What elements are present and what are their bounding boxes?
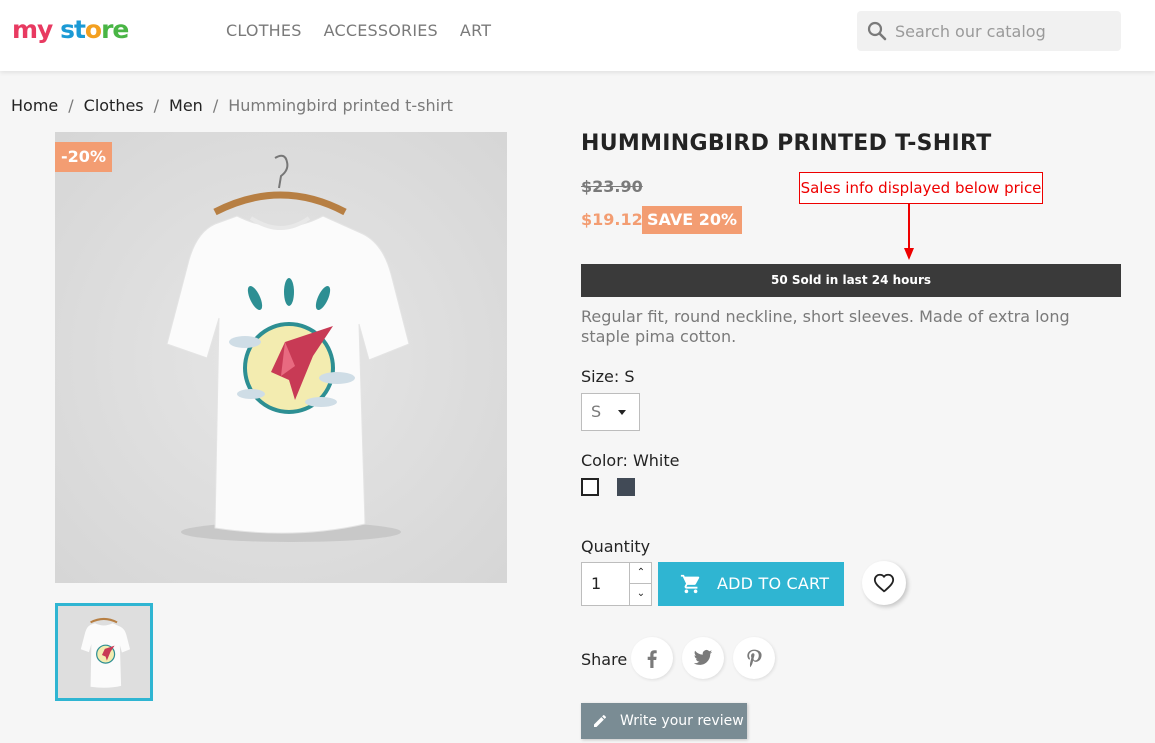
product-main-image[interactable] [55, 132, 507, 583]
site-header: my store CLOTHES ACCESSORIES ART [0, 0, 1155, 71]
product-thumbnail[interactable] [55, 603, 153, 701]
color-swatch-white[interactable] [581, 478, 599, 496]
caret-down-icon [618, 410, 626, 415]
size-label: Size: S [581, 367, 635, 386]
search-icon[interactable] [867, 21, 887, 41]
color-swatch-grey[interactable] [617, 478, 635, 496]
wishlist-button[interactable] [862, 561, 906, 605]
logo-text-o: o [84, 15, 102, 44]
facebook-icon [647, 650, 657, 668]
regular-price: $23.90 [581, 177, 643, 196]
breadcrumb-separator: / [68, 96, 74, 115]
sales-info-bar: 50 Sold in last 24 hours [581, 264, 1121, 297]
main-nav: CLOTHES ACCESSORIES ART [226, 21, 513, 41]
breadcrumb-current: Hummingbird printed t-shirt [228, 96, 453, 115]
quantity-label: Quantity [581, 537, 651, 556]
pinterest-icon [747, 649, 762, 668]
heart-icon [873, 573, 895, 593]
nav-clothes[interactable]: CLOTHES [226, 21, 302, 41]
nav-accessories[interactable]: ACCESSORIES [324, 21, 438, 41]
discount-flag: -20% [55, 142, 112, 172]
product-description: Regular fit, round neckline, short sleev… [581, 307, 1070, 346]
twitter-icon [693, 650, 713, 665]
size-select-value: S [591, 402, 602, 421]
share-pinterest-button[interactable] [733, 637, 775, 679]
logo-text-st: st [52, 15, 86, 44]
search-box [857, 11, 1121, 51]
share-twitter-button[interactable] [682, 637, 724, 679]
write-review-button[interactable]: Write your review [581, 703, 747, 739]
annotation-callout: Sales info displayed below price [799, 172, 1043, 204]
save-badge: SAVE 20% [642, 206, 742, 234]
breadcrumb: Home / Clothes / Men / Hummingbird print… [11, 96, 453, 116]
chevron-down-icon[interactable]: ⌄ [629, 584, 652, 605]
shopping-cart-icon [680, 574, 700, 594]
add-to-cart-label: ADD TO CART [717, 574, 830, 593]
logo-text-my: my [12, 15, 53, 44]
share-facebook-button[interactable] [631, 637, 673, 679]
breadcrumb-separator: / [153, 96, 160, 115]
logo-text-re: re [101, 15, 129, 44]
store-logo[interactable]: my store [12, 14, 129, 46]
share-label: Share [581, 650, 628, 669]
pencil-icon [594, 714, 607, 727]
quantity-input[interactable]: 1 [582, 563, 630, 605]
add-to-cart-button[interactable]: ADD TO CART [658, 562, 844, 606]
breadcrumb-clothes[interactable]: Clothes [84, 96, 144, 116]
quantity-stepper: 1 ⌃ ⌄ [581, 562, 652, 606]
chevron-up-icon[interactable]: ⌃ [629, 563, 652, 584]
search-input[interactable] [895, 11, 1115, 51]
write-review-label: Write your review [620, 713, 744, 729]
color-label: Color: White [581, 451, 680, 470]
size-select[interactable]: S [581, 393, 640, 431]
product-title: HUMMINGBIRD PRINTED T-SHIRT [581, 131, 992, 156]
breadcrumb-separator: / [212, 96, 219, 115]
breadcrumb-men[interactable]: Men [169, 96, 203, 116]
nav-art[interactable]: ART [460, 21, 491, 41]
breadcrumb-home[interactable]: Home [11, 96, 58, 116]
annotation-arrow-icon [904, 204, 914, 260]
tshirt-thumbnail-image [58, 606, 150, 698]
current-price: $19.12 [581, 210, 643, 229]
tshirt-image [55, 132, 507, 583]
